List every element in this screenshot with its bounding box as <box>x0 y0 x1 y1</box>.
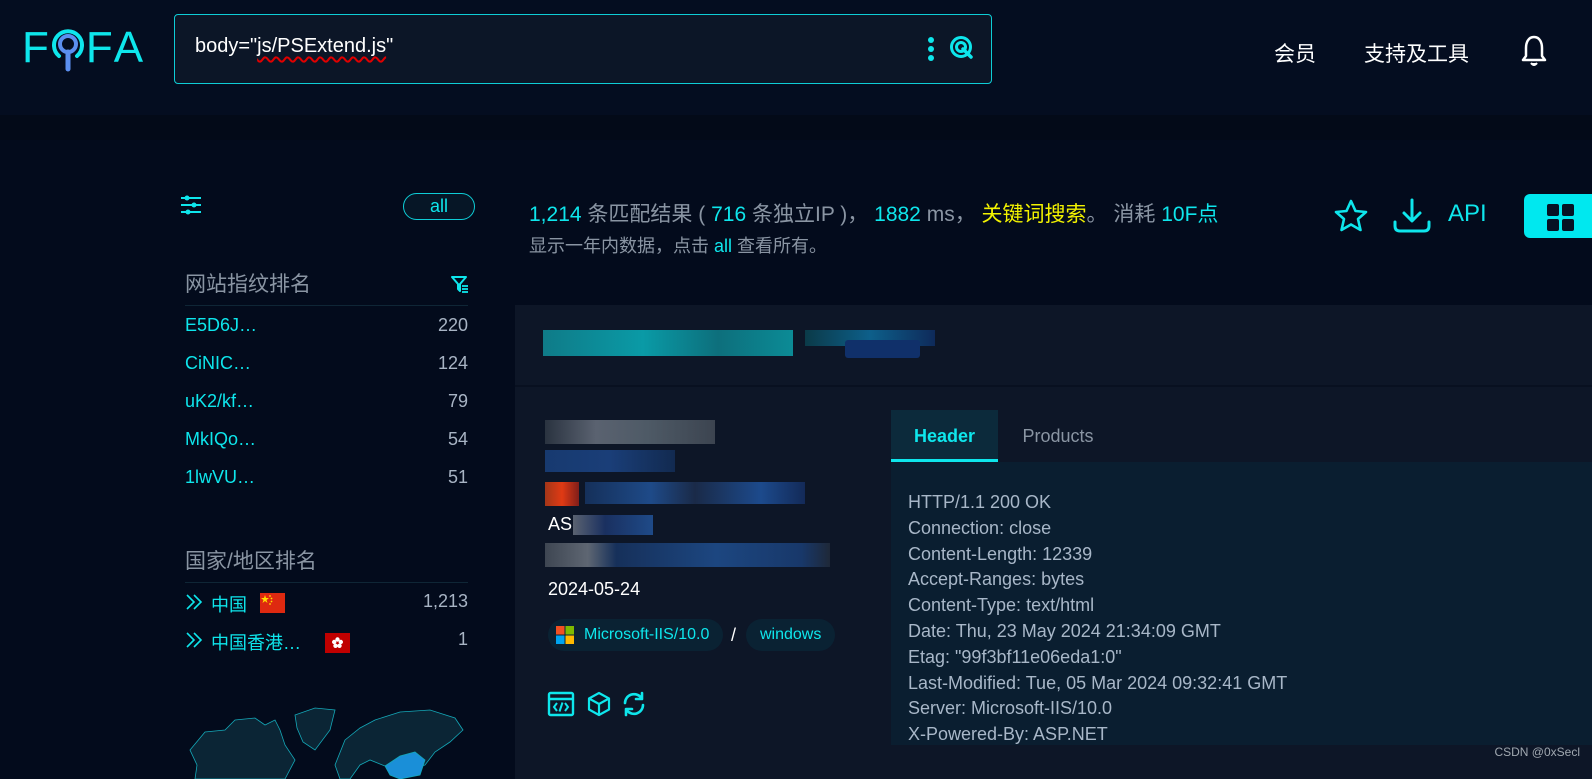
results-subtext: 显示一年内数据，点击 all 查看所有。 <box>529 236 828 256</box>
redacted-org <box>545 543 830 567</box>
redacted-ip[interactable] <box>545 420 715 444</box>
bell-icon[interactable] <box>1520 34 1548 68</box>
result-card-header <box>515 305 1592 387</box>
country-item-hong-kong[interactable]: 中国香港… 1 <box>185 629 468 653</box>
redacted-flag <box>545 482 579 506</box>
redacted-badge <box>845 340 920 358</box>
fingerprint-item[interactable]: MkIQo… 54 <box>185 429 468 453</box>
divider <box>185 305 468 306</box>
star-icon[interactable] <box>1333 198 1369 234</box>
divider <box>185 582 468 583</box>
tab-products[interactable]: Products <box>1003 410 1113 462</box>
results-summary: 1,214 条匹配结果 ( 716 条独立IP )， 1882 ms， 关键词搜… <box>529 203 1219 226</box>
redacted-host[interactable] <box>543 330 793 356</box>
result-card: AS 2024-05-24 Microsoft-IIS/10.0 / windo… <box>515 305 1592 779</box>
search-query[interactable]: body="js/PSExtend.js" <box>195 35 393 58</box>
double-chevron-right-icon <box>186 632 203 648</box>
fingerprint-item[interactable]: E5D6J… 220 <box>185 315 468 339</box>
grid-icon <box>1547 204 1574 231</box>
grid-view-button[interactable] <box>1524 194 1592 238</box>
http-header-panel: HTTP/1.1 200 OK Connection: close Conten… <box>891 462 1592 745</box>
country-item-china[interactable]: 中国 1,213 <box>185 591 468 615</box>
redacted-domain[interactable] <box>545 450 675 472</box>
search-input[interactable]: body="js/PSExtend.js" <box>174 14 992 84</box>
search-icon[interactable] <box>949 35 975 63</box>
download-icon[interactable] <box>1392 198 1432 234</box>
nav-support-tools[interactable]: 支持及工具 <box>1364 38 1469 68</box>
logo-o-pin-icon <box>51 22 84 74</box>
country-ranking-title: 国家/地区排名 <box>185 550 317 573</box>
result-date: 2024-05-24 <box>548 579 641 599</box>
fingerprint-item[interactable]: 1lwVU… 51 <box>185 467 468 491</box>
tag-separator: / <box>731 625 737 645</box>
watermark: CSDN @0xSecl <box>1494 745 1580 759</box>
cube-icon[interactable] <box>585 690 613 718</box>
redacted-location[interactable] <box>585 482 805 504</box>
tab-header[interactable]: Header <box>891 410 998 462</box>
hong-kong-flag-icon <box>325 633 350 653</box>
refresh-icon[interactable] <box>620 690 648 718</box>
filter-settings-icon[interactable] <box>180 194 202 216</box>
api-link[interactable]: API <box>1448 200 1487 228</box>
world-map[interactable] <box>185 690 468 779</box>
fofa-logo[interactable]: F FA <box>22 22 144 74</box>
china-flag-icon <box>260 593 285 613</box>
os-tag[interactable]: windows <box>746 619 836 651</box>
top-bar-strip <box>0 115 1592 140</box>
as-prefix: AS <box>548 514 573 534</box>
fingerprint-item[interactable]: CiNIC… 124 <box>185 353 468 377</box>
card-footer <box>515 745 1592 779</box>
show-all-link[interactable]: all <box>714 236 732 256</box>
all-data-button[interactable]: all <box>403 193 475 220</box>
nav-membership[interactable]: 会员 <box>1274 38 1316 68</box>
funnel-filter-icon[interactable] <box>451 275 469 293</box>
double-chevron-right-icon <box>186 594 203 610</box>
server-tag[interactable]: Microsoft-IIS/10.0 <box>548 619 724 651</box>
fingerprint-ranking-title: 网站指纹排名 <box>185 273 311 296</box>
microsoft-icon <box>556 626 574 644</box>
more-options-icon[interactable] <box>927 37 935 63</box>
redacted-asn[interactable] <box>573 515 653 535</box>
http-header-text: HTTP/1.1 200 OK Connection: close Conten… <box>908 492 1288 745</box>
fingerprint-item[interactable]: uK2/kf… 79 <box>185 391 468 415</box>
code-view-icon[interactable] <box>547 690 575 718</box>
